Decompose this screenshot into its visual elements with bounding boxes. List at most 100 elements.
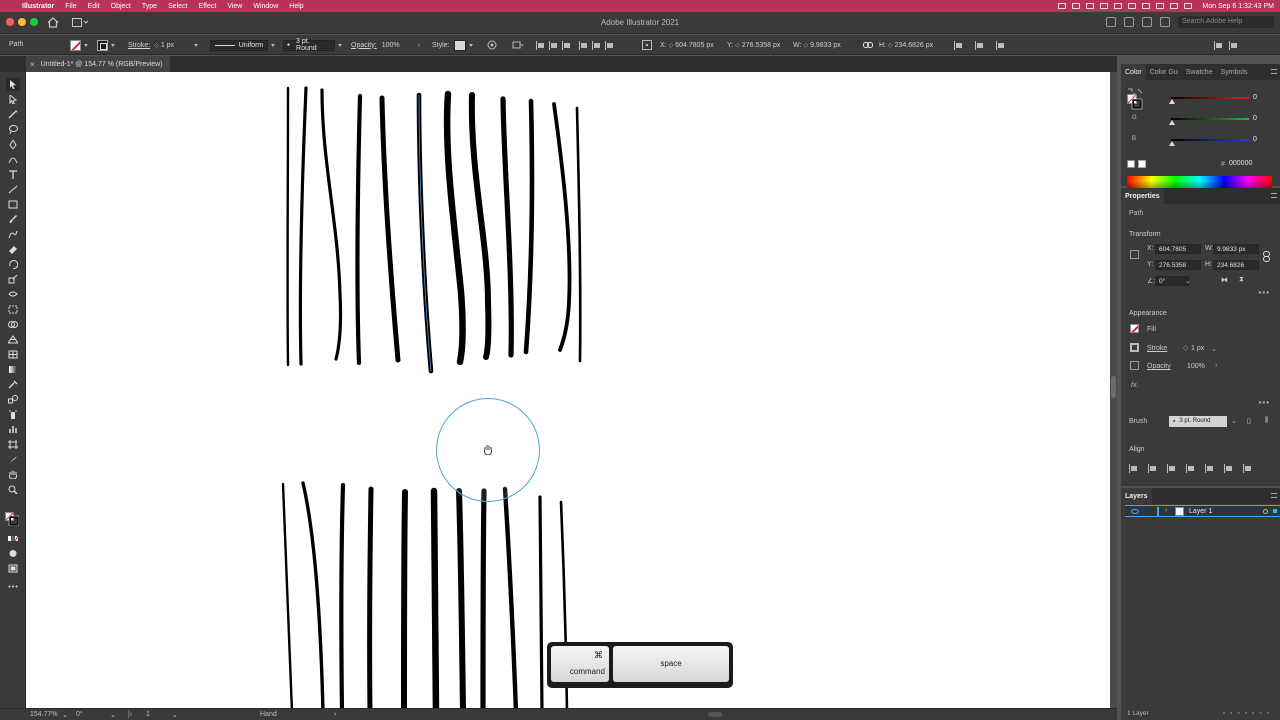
rotation-field[interactable]: 0°	[76, 711, 83, 718]
stroke-weight-field[interactable]: 1 px	[1191, 345, 1204, 352]
chevron-down-icon[interactable]: ⌄	[172, 711, 178, 719]
stroke-color-control[interactable]	[97, 39, 115, 51]
none-swatch[interactable]	[1127, 160, 1135, 168]
opacity-field[interactable]: 100%	[382, 42, 418, 49]
profile-dropdown[interactable]: Uniform	[210, 39, 268, 51]
menu-edit[interactable]: Edit	[84, 3, 107, 10]
w-field[interactable]: 9.9833 px	[810, 42, 841, 49]
tab-symbols[interactable]: Symbols	[1217, 69, 1252, 76]
artboard-tool-icon[interactable]	[8, 440, 18, 449]
fill-none-swatch[interactable]	[70, 39, 81, 51]
tray-battery-icon[interactable]	[1142, 3, 1151, 9]
menubar-clock[interactable]: Mon Sep 6 1:32:43 PM	[1198, 3, 1274, 10]
prop-x-field[interactable]: 604.7805	[1155, 244, 1201, 254]
more-options-icon[interactable]: •••	[1259, 288, 1270, 297]
magic-wand-tool-icon[interactable]	[8, 110, 18, 119]
menu-app-name[interactable]: Illustrator	[18, 3, 61, 10]
red-slider-knob[interactable]	[1169, 99, 1175, 104]
tab-color[interactable]: Color	[1121, 64, 1146, 80]
opacity-label[interactable]: Opacity	[1147, 363, 1171, 370]
reference-point-icon[interactable]	[642, 39, 652, 51]
screen-mode-icon[interactable]	[8, 564, 18, 573]
blue-slider-knob[interactable]	[1169, 141, 1175, 146]
opacity-field[interactable]: 100%	[1187, 363, 1205, 370]
red-value-field[interactable]: 0	[1253, 94, 1257, 101]
stroke-label[interactable]: Stroke:	[128, 42, 150, 49]
prop-h-field[interactable]: 234.6826	[1213, 260, 1259, 270]
align-to-icon[interactable]	[512, 39, 524, 51]
lasso-tool-icon[interactable]	[8, 125, 18, 134]
control-bar-menu-icon[interactable]	[1229, 40, 1238, 50]
opacity-label[interactable]: Opacity:	[351, 42, 377, 49]
chevron-right-icon[interactable]: ›	[1215, 362, 1217, 369]
chevron-down-icon[interactable]	[111, 43, 115, 47]
perspective-grid-tool-icon[interactable]	[8, 335, 18, 344]
align-left-icon[interactable]	[536, 40, 545, 50]
arrange-documents-icon[interactable]	[1124, 17, 1134, 27]
fill-stroke-selector[interactable]	[5, 512, 19, 526]
chevron-down-icon[interactable]	[193, 43, 198, 47]
free-transform-tool-icon[interactable]	[8, 305, 18, 314]
brush-dropdown[interactable]: ● 3 pt. Round	[283, 38, 335, 52]
zoom-level-field[interactable]: 154.77%	[30, 711, 58, 718]
vertical-scrollbar[interactable]	[1110, 72, 1117, 708]
tray-search-icon[interactable]	[1170, 3, 1179, 9]
align-top-icon[interactable]	[579, 40, 588, 50]
eyedropper-tool-icon[interactable]	[8, 380, 18, 389]
rotate-tool-icon[interactable]	[8, 260, 18, 269]
chevron-down-icon[interactable]	[271, 43, 275, 47]
tray-video-icon[interactable]	[1058, 3, 1067, 9]
chevron-down-icon[interactable]	[338, 43, 342, 47]
stroke-swatch[interactable]	[97, 39, 108, 51]
artboard-number-field[interactable]: 1	[146, 711, 150, 718]
draw-mode-icon[interactable]	[8, 549, 18, 558]
zoom-tool-icon[interactable]	[8, 485, 18, 494]
menu-window[interactable]: Window	[249, 3, 285, 10]
column-graph-tool-icon[interactable]	[8, 425, 18, 434]
prop-w-field[interactable]: 9.9833 px	[1213, 244, 1259, 254]
first-artboard-icon[interactable]: |‹	[128, 711, 132, 718]
stepper-icon[interactable]: ◇	[154, 42, 159, 49]
reference-point-icon[interactable]	[1130, 250, 1139, 259]
more-options-icon[interactable]: •••	[1259, 398, 1270, 407]
layers-footer-icons[interactable]: ▫▫▫▫▫▫▫	[1223, 710, 1274, 717]
style-swatch[interactable]	[453, 39, 466, 51]
layer-selection-indicator[interactable]	[1273, 509, 1277, 513]
warp-tool-icon[interactable]	[8, 290, 18, 299]
recolor-icon[interactable]	[487, 39, 497, 51]
zoom-window-button[interactable]	[30, 18, 38, 26]
white-swatch[interactable]	[1138, 160, 1146, 168]
menu-select[interactable]: Select	[164, 3, 194, 10]
align-left-icon[interactable]	[1148, 464, 1157, 473]
flip-vertical-icon[interactable]: ⧗	[1239, 276, 1244, 284]
color-spectrum[interactable]	[1127, 176, 1272, 188]
fill-control[interactable]	[70, 39, 88, 51]
align-vcenter-icon[interactable]	[592, 40, 601, 50]
tray-control-center-icon[interactable]	[1184, 3, 1193, 9]
puppet-warp-icon[interactable]	[996, 40, 1005, 50]
link-proportions-icon[interactable]	[1263, 251, 1270, 262]
paintbrush-tool-icon[interactable]	[8, 215, 18, 224]
appearance-fill-none-swatch[interactable]	[1130, 324, 1139, 333]
isolate-icon[interactable]	[954, 40, 963, 50]
flip-horizontal-icon[interactable]: ⧓	[1221, 276, 1228, 284]
prop-angle-field[interactable]: 0°	[1155, 276, 1189, 286]
prop-y-field[interactable]: 276.5358	[1155, 260, 1201, 270]
close-window-button[interactable]	[6, 18, 14, 26]
chevron-down-icon[interactable]	[468, 43, 473, 47]
align-to-icon[interactable]	[1129, 464, 1138, 473]
rectangle-tool-icon[interactable]	[8, 200, 18, 209]
shape-builder-tool-icon[interactable]	[8, 320, 18, 329]
chevron-down-icon[interactable]: ⌄	[1185, 277, 1191, 285]
line-tool-icon[interactable]	[8, 185, 18, 194]
share-icon[interactable]	[1106, 17, 1116, 27]
opacity-icon[interactable]	[1130, 361, 1139, 370]
expand-layer-icon[interactable]: ›	[1165, 507, 1167, 514]
stepper-icon[interactable]: ◇	[803, 42, 808, 49]
fx-icon[interactable]: fx.	[1131, 382, 1138, 389]
minimize-window-button[interactable]	[18, 18, 26, 26]
tab-swatches[interactable]: Swatche	[1182, 69, 1217, 76]
align-bottom-icon[interactable]	[605, 40, 614, 50]
align-right-icon[interactable]	[1186, 464, 1195, 473]
appearance-stroke-swatch[interactable]	[1130, 343, 1139, 352]
